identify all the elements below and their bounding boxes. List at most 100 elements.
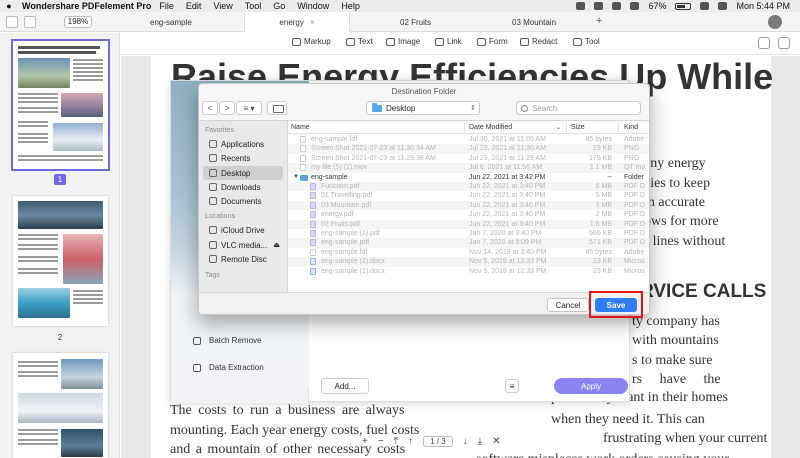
view-options-button[interactable]: ≡ ▾ bbox=[236, 101, 262, 115]
page-indicator[interactable]: 1 / 3 bbox=[423, 435, 453, 447]
file-row[interactable]: Function.pdf Jun 22, 2021 at 3:40 PM 6 MB P… bbox=[288, 182, 649, 192]
file-row[interactable]: Screen Shot 2021-07-23 at 11.30.34 AM Jul… bbox=[288, 144, 649, 154]
file-row[interactable]: my file (5) (2).mov Jul 6, 2021 at 11:56 … bbox=[288, 163, 649, 173]
page-thumbnail[interactable] bbox=[13, 196, 108, 326]
zoom-out-icon[interactable]: − bbox=[378, 436, 384, 447]
back-button[interactable]: < bbox=[202, 101, 218, 115]
page-number[interactable]: 1 bbox=[54, 174, 66, 185]
page-thumbnail[interactable] bbox=[13, 353, 108, 458]
menu-window[interactable]: Window bbox=[297, 1, 329, 11]
status-icon[interactable] bbox=[576, 2, 586, 10]
column-kind[interactable]: Kind bbox=[624, 124, 638, 131]
tab-03-mountain[interactable]: 03 Mountain bbox=[512, 12, 602, 32]
disk-icon bbox=[209, 241, 217, 249]
file-row[interactable]: Screen Shot 2021-07-23 at 11.29.38 AM Jul… bbox=[288, 154, 649, 163]
file-row[interactable]: eng-sample (1).docx Nov 5, 2019 at 12:33 … bbox=[288, 267, 649, 276]
tab-02-fruits[interactable]: 02 Fruits bbox=[400, 12, 490, 32]
sidebar-item-documents[interactable]: Documents bbox=[203, 194, 283, 208]
text-tool[interactable]: Text bbox=[346, 37, 373, 46]
tab-energy[interactable]: energy × bbox=[244, 12, 350, 32]
file-size: 1.1 MB bbox=[589, 164, 612, 172]
apple-icon[interactable]: ● bbox=[4, 1, 14, 11]
panel-icon[interactable] bbox=[778, 37, 790, 49]
file-row[interactable]: ▼ eng-sample Jun 22, 2021 at 3:42 PM -- Fold… bbox=[288, 173, 649, 182]
file-icon bbox=[300, 136, 306, 143]
battery-icon[interactable] bbox=[675, 2, 692, 10]
layout-icon[interactable] bbox=[24, 15, 36, 28]
cancel-button[interactable]: Cancel bbox=[547, 298, 589, 312]
location-select[interactable]: Desktop ⇕ bbox=[366, 101, 480, 115]
menu-file[interactable]: File bbox=[159, 1, 174, 11]
column-date-modified[interactable]: Date Modified bbox=[469, 124, 512, 131]
sidebar-item-recents[interactable]: Recents bbox=[203, 151, 283, 165]
forward-button[interactable]: > bbox=[219, 101, 235, 115]
pdf-file-icon bbox=[310, 239, 316, 247]
column-size[interactable]: Size bbox=[571, 124, 585, 131]
file-row[interactable]: eng-sample (1).pdf Jan 7, 2020 at 3:40 PM… bbox=[288, 229, 649, 238]
file-kind: Adobe bbox=[624, 248, 645, 256]
sidebar-item-icloud[interactable]: iCloud Drive bbox=[203, 223, 283, 237]
file-row[interactable]: eng-sample.pdf Jan 7, 2020 at 5:09 PM 571 … bbox=[288, 238, 649, 248]
close-icon[interactable]: ✕ bbox=[492, 436, 500, 447]
file-row[interactable]: eng-sample (2).docx Nov 5, 2019 at 12:33 … bbox=[288, 257, 649, 267]
tool-tool[interactable]: Tool bbox=[573, 37, 600, 46]
data-extraction-item[interactable]: Data Extraction bbox=[193, 363, 264, 372]
list-icon[interactable]: ≡ bbox=[505, 379, 519, 393]
add-label: Add... bbox=[334, 381, 356, 391]
file-row[interactable]: 01 Travelling.pdf Jun 22, 2021 at 3:40 PM… bbox=[288, 191, 649, 200]
sidebar-item-remote-disc[interactable]: Remote Disc bbox=[203, 252, 283, 266]
menu-edit[interactable]: Edit bbox=[186, 1, 202, 11]
file-row[interactable]: eng-sample.fdf Nov 14, 2019 at 3:40 PM 85 … bbox=[288, 248, 649, 257]
redact-tool[interactable]: Redact bbox=[520, 37, 557, 46]
file-kind: Micros bbox=[624, 258, 645, 266]
page-number[interactable]: 2 bbox=[54, 332, 66, 343]
first-page-icon[interactable]: ⤒ bbox=[394, 436, 398, 447]
next-page-icon[interactable]: ↓ bbox=[463, 436, 468, 447]
markup-tool[interactable]: Markup bbox=[292, 37, 331, 46]
prev-page-icon[interactable]: ↑ bbox=[408, 436, 413, 447]
properties-icon[interactable] bbox=[758, 37, 770, 49]
disclosure-triangle-icon[interactable]: ▼ bbox=[293, 174, 299, 180]
menu-help[interactable]: Help bbox=[341, 1, 360, 11]
sidebar-item-applications[interactable]: Applications bbox=[203, 137, 283, 151]
eject-icon[interactable]: ⏏ bbox=[273, 241, 280, 249]
file-icon bbox=[310, 248, 316, 256]
page-thumbnail[interactable] bbox=[11, 39, 110, 171]
column-name[interactable]: Name bbox=[291, 124, 310, 131]
thumb-line bbox=[73, 298, 103, 300]
image-tool[interactable]: Image bbox=[386, 37, 420, 46]
app-name[interactable]: Wondershare PDFelement Pro bbox=[22, 1, 151, 11]
menu-tool[interactable]: Tool bbox=[245, 1, 262, 11]
last-page-icon[interactable]: ⤓ bbox=[478, 436, 482, 447]
current-page[interactable]: 1 bbox=[430, 437, 434, 446]
form-tool[interactable]: Form bbox=[477, 37, 508, 46]
sidebar-item-desktop[interactable]: Desktop bbox=[203, 166, 283, 180]
bluetooth-icon[interactable] bbox=[612, 2, 622, 10]
zoom-select[interactable]: 198% bbox=[64, 15, 92, 28]
file-row[interactable]: eng-sample.fdf Jul 30, 2021 at 11:05 AM 85… bbox=[288, 135, 649, 144]
zoom-in-icon[interactable]: + bbox=[362, 436, 368, 447]
add-files-button[interactable]: Add... bbox=[321, 378, 369, 394]
close-icon[interactable]: × bbox=[310, 18, 315, 27]
control-center-icon[interactable] bbox=[718, 2, 728, 10]
wifi-icon[interactable] bbox=[630, 2, 640, 10]
search-field[interactable]: Search bbox=[516, 101, 641, 115]
new-folder-button[interactable] bbox=[267, 101, 287, 115]
menu-view[interactable]: View bbox=[213, 1, 232, 11]
tab-eng-sample[interactable]: eng-sample bbox=[150, 12, 240, 32]
add-tab-icon[interactable]: + bbox=[596, 15, 602, 27]
apply-button[interactable]: Apply bbox=[554, 378, 628, 394]
sidebar-toggle-icon[interactable] bbox=[6, 15, 18, 28]
user-avatar[interactable] bbox=[768, 15, 782, 29]
sidebar-item-vlc[interactable]: VLC media... ⏏ bbox=[203, 238, 283, 252]
file-row[interactable]: energy.pdf Jun 22, 2021 at 3:40 PM 2 MB PDF… bbox=[288, 210, 649, 219]
shield-icon[interactable] bbox=[594, 2, 604, 10]
clock[interactable]: Mon 5:44 PM bbox=[736, 1, 790, 11]
link-tool[interactable]: Link bbox=[435, 37, 462, 46]
file-row[interactable]: 02 Fruits.pdf Jun 22, 2021 at 3:40 PM 1.6 … bbox=[288, 219, 649, 229]
search-icon[interactable] bbox=[700, 2, 710, 10]
sidebar-item-downloads[interactable]: Downloads bbox=[203, 180, 283, 194]
file-row[interactable]: 03 Mountain.pdf Jun 22, 2021 at 3:40 PM 3 … bbox=[288, 200, 649, 211]
batch-remove-item[interactable]: Batch Remove bbox=[193, 336, 261, 345]
menu-go[interactable]: Go bbox=[273, 1, 285, 11]
